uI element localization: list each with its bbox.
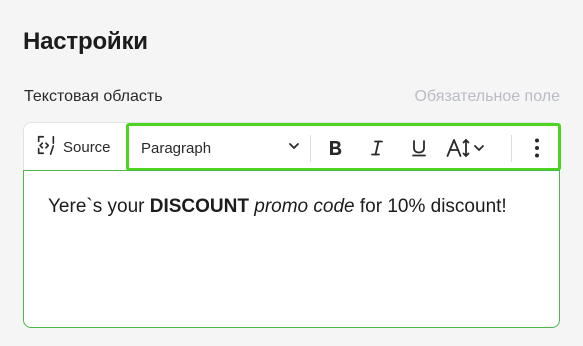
content-text: Yere`s your <box>48 196 150 217</box>
bold-button[interactable] <box>321 134 349 162</box>
more-options-button[interactable] <box>525 134 549 162</box>
rich-text-editor: Source Paragraph Yere`s your DISCOUNT pr… <box>23 122 561 328</box>
editor-toolbar: Source Paragraph <box>23 122 561 171</box>
toolbar-divider <box>310 135 311 162</box>
page-title: Настройки <box>23 28 148 55</box>
text-size-icon <box>446 137 492 159</box>
font-size-button[interactable] <box>445 134 493 162</box>
source-label: Source <box>63 138 111 156</box>
content-text-end: for 10% discount! <box>354 196 507 217</box>
toolbar-divider <box>511 135 512 162</box>
more-vertical-icon <box>534 137 540 159</box>
italic-button[interactable] <box>363 134 391 162</box>
bold-icon <box>325 138 345 158</box>
editor-content-area[interactable]: Yere`s your DISCOUNT promo code for 10% … <box>23 170 560 328</box>
underline-icon <box>409 138 429 158</box>
field-label: Текстовая область <box>24 88 163 105</box>
source-code-icon <box>35 134 57 160</box>
content-bold-text: DISCOUNT <box>149 196 249 217</box>
block-format-value: Paragraph <box>141 139 212 157</box>
source-button[interactable]: Source <box>35 135 111 159</box>
chevron-down-icon <box>287 139 301 157</box>
block-format-select[interactable]: Paragraph <box>141 136 301 160</box>
content-italic-text: promo code <box>254 196 355 217</box>
italic-icon <box>367 138 387 158</box>
underline-button[interactable] <box>405 134 433 162</box>
formatting-tools: Paragraph <box>126 123 561 171</box>
required-hint: Обязательное поле <box>414 88 560 105</box>
